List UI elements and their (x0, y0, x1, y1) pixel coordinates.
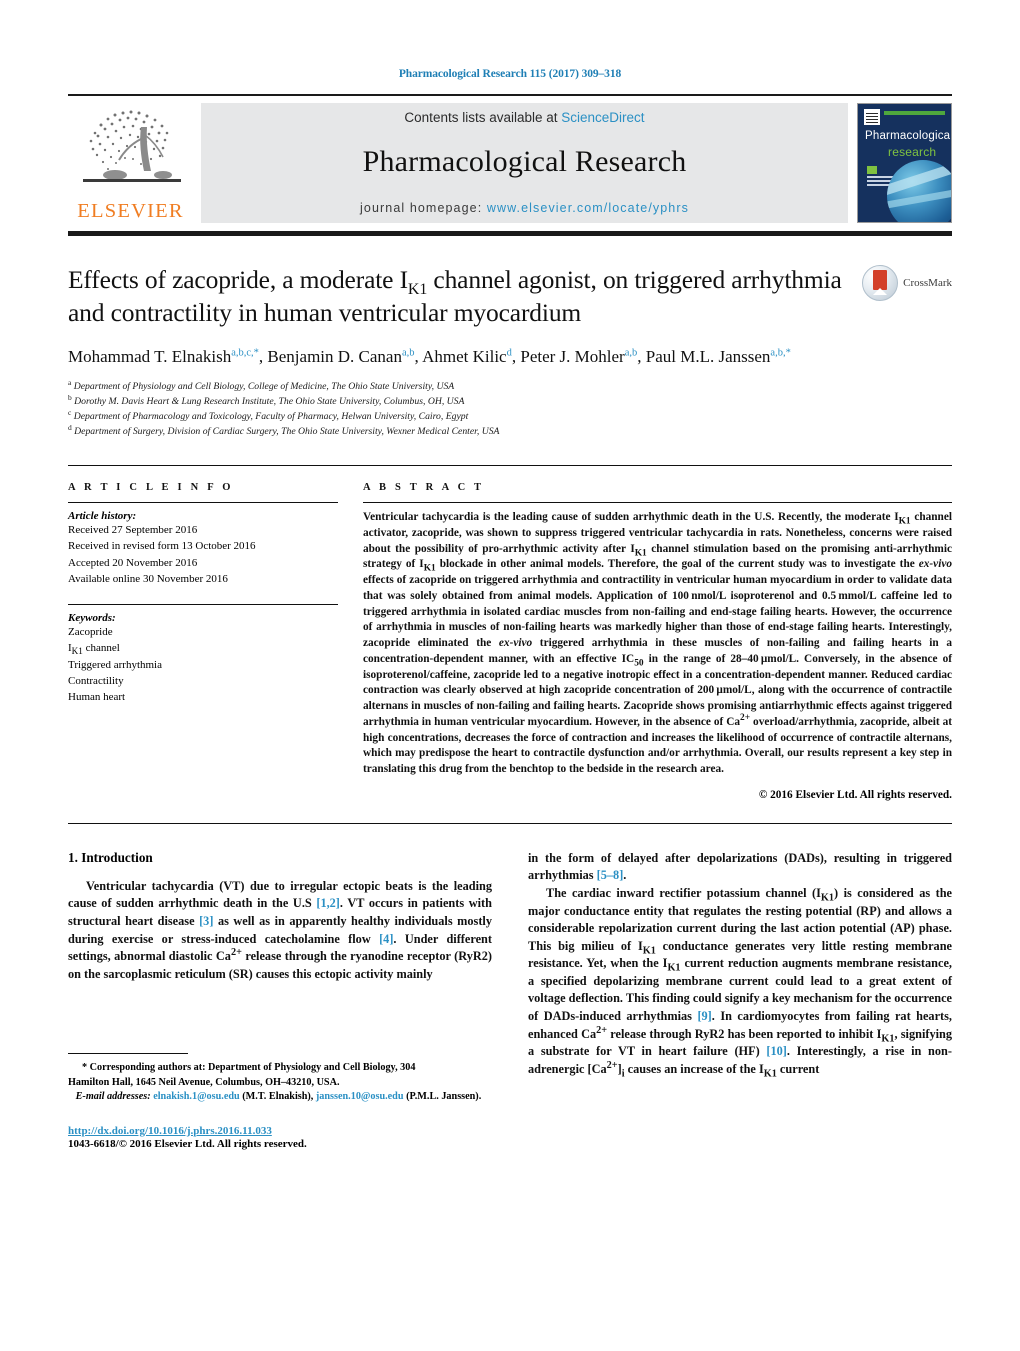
article-info-rule (68, 502, 338, 504)
keywords-label: Keywords: (68, 612, 116, 625)
email-link-1[interactable]: elnakish.1@osu.edu (153, 1091, 239, 1102)
affiliation-text: Dorothy M. Davis Heart & Lung Research I… (74, 395, 465, 407)
cover-title-line1: Pharmacological (865, 130, 952, 142)
title-part-1: Effects of zacopride, a moderate I (68, 265, 408, 294)
masthead-top-rule (68, 94, 952, 96)
abstract-column: A B S T R A C T Ventricular tachycardia … (363, 482, 952, 801)
elsevier-wordmark: ELSEVIER (77, 199, 184, 222)
info-abstract-region: A R T I C L E I N F O Article history: R… (68, 482, 952, 801)
paragraph: Ventricular tachycardia (VT) due to irre… (68, 878, 492, 981)
introduction-text-left: Ventricular tachycardia (VT) due to irre… (68, 878, 492, 983)
affiliation-list: a Department of Physiology and Cell Biol… (68, 377, 952, 439)
history-item: Accepted 20 November 2016 (68, 556, 198, 569)
elsevier-tree-icon (82, 110, 181, 182)
email-addresses-label: E-mail addresses: (75, 1091, 151, 1103)
article-history-label: Article history: (68, 510, 137, 523)
body-column-right: in the form of delayed after depolarizat… (528, 850, 952, 1150)
cover-green-bar (884, 111, 945, 115)
sciencedirect-link[interactable]: ScienceDirect (561, 110, 644, 125)
masthead-bottom-rule (68, 231, 952, 236)
homepage-prefix: journal homepage: (360, 201, 483, 215)
keywords-rule (68, 604, 338, 606)
body-column-left: 1. Introduction Ventricular tachycardia … (68, 850, 492, 1150)
affiliation-text: Department of Pharmacology and Toxicolog… (73, 410, 469, 422)
body-columns: 1. Introduction Ventricular tachycardia … (68, 850, 952, 1150)
footnote-divider (68, 1053, 188, 1055)
introduction-text-right: in the form of delayed after depolarizat… (528, 850, 952, 1079)
article-info-column: A R T I C L E I N F O Article history: R… (68, 482, 338, 801)
author-list: Mohammad T. Elnakisha,b,c,*, Benjamin D.… (68, 347, 791, 367)
title-block: CrossMark Effects of zacopride, a modera… (68, 263, 952, 439)
history-item: Received 27 September 2016 (68, 524, 198, 537)
keyword-item: Triggered arrhythmia (68, 658, 162, 671)
crossmark-icon (862, 265, 899, 301)
history-item: Available online 30 November 2016 (68, 572, 228, 585)
history-item: Received in revised form 13 October 2016 (68, 540, 256, 553)
affiliation-text: Department of Surgery, Division of Cardi… (74, 426, 500, 438)
journal-homepage-line: journal homepage: www.elsevier.com/locat… (360, 201, 689, 215)
doi-block: http://dx.doi.org/10.1016/j.phrs.2016.11… (68, 1125, 492, 1150)
cover-title-line2: research (888, 145, 937, 159)
contents-available-line: Contents lists available at ScienceDirec… (404, 110, 644, 125)
keyword-item: Zacopride (68, 626, 113, 639)
affiliation-mark: b (68, 392, 72, 402)
footnote-area: * Corresponding authors at: Department o… (68, 1053, 492, 1150)
email-owner-1: (M.T. Elnakish), (242, 1091, 314, 1103)
affiliation-item: d Department of Surgery, Division of Car… (68, 424, 952, 439)
abstract-rule (363, 502, 952, 504)
crossmark-badge[interactable]: CrossMark (862, 265, 952, 301)
paper-page: Pharmacological Research 115 (2017) 309–… (0, 0, 1020, 1351)
email-footnote: E-mail addresses: elnakish.1@osu.edu (M.… (68, 1090, 492, 1104)
keyword-item: Contractility (68, 674, 124, 687)
journal-masthead: ELSEVIER Contents lists available at Sci… (68, 103, 952, 223)
abstract-heading: A B S T R A C T (363, 482, 485, 494)
body-top-rule (68, 822, 952, 824)
journal-cover-thumbnail: Pharmacological research (857, 103, 952, 223)
journal-homepage-link[interactable]: www.elsevier.com/locate/yphrs (487, 201, 689, 215)
elsevier-logo: ELSEVIER (68, 103, 193, 223)
paragraph: The cardiac inward rectifier potassium c… (528, 885, 953, 1080)
article-info-top-rule (68, 465, 952, 467)
email-link-2[interactable]: janssen.10@osu.edu (316, 1091, 404, 1102)
affiliation-text: Department of Physiology and Cell Biolog… (73, 380, 455, 392)
affiliation-mark: a (68, 377, 72, 387)
title-part-2: channel agonist, on triggered (427, 265, 726, 294)
keyword-item: Human heart (68, 691, 126, 704)
page-title: Effects of zacopride, a moderate IK1 cha… (68, 263, 858, 329)
running-head: Pharmacological Research 115 (2017) 309–… (398, 68, 622, 80)
abstract-paragraph: Ventricular tachycardia is the leading c… (363, 511, 953, 776)
section-heading-introduction: 1. Introduction (68, 849, 153, 865)
cover-illustration-circle (887, 160, 951, 222)
keywords-block: Keywords: Zacopride IK1 channel Triggere… (68, 612, 338, 705)
crossmark-label: CrossMark (903, 277, 952, 289)
affiliation-item: a Department of Physiology and Cell Biol… (68, 377, 952, 394)
affiliation-item: b Dorothy M. Davis Heart & Lung Research… (68, 392, 952, 409)
email-owner-2: (P.M.L. Janssen). (406, 1091, 482, 1103)
copyright-line: © 2016 Elsevier Ltd. All rights reserved… (758, 788, 952, 801)
title-subscript-k1: K1 (407, 281, 428, 299)
journal-title: Pharmacological Research (362, 145, 687, 178)
paragraph: in the form of delayed after depolarizat… (528, 850, 952, 883)
affiliation-item: c Department of Pharmacology and Toxicol… (68, 409, 952, 424)
article-history-list: Received 27 September 2016 Received in r… (68, 522, 338, 587)
affiliation-mark: d (68, 422, 72, 432)
doi-link[interactable]: http://dx.doi.org/10.1016/j.phrs.2016.11… (68, 1125, 492, 1137)
contents-prefix: Contents lists available at (404, 110, 558, 125)
journal-band: Contents lists available at ScienceDirec… (201, 103, 848, 223)
corresponding-author-footnote: * Corresponding authors at: Department o… (68, 1062, 416, 1088)
cover-elsevier-mark-icon (864, 109, 880, 125)
issn-copyright-line: 1043-6618/© 2016 Elsevier Ltd. All right… (68, 1137, 307, 1150)
article-info-heading: A R T I C L E I N F O (68, 482, 234, 494)
affiliation-mark: c (68, 407, 72, 417)
page-content: Pharmacological Research 115 (2017) 309–… (68, 0, 952, 1150)
abstract-body: Ventricular tachycardia is the leading c… (363, 510, 952, 778)
keyword-item: IK1 channel (68, 642, 120, 657)
